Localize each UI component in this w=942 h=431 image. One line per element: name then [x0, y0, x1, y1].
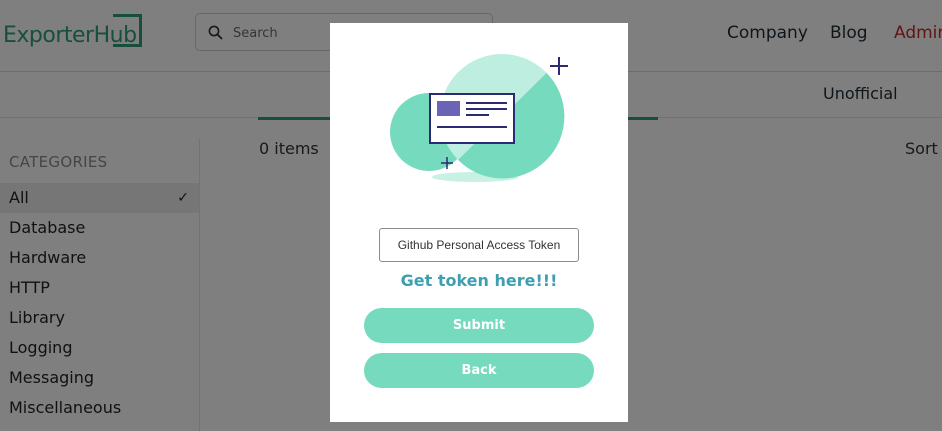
submit-button[interactable]: Submit — [364, 308, 594, 343]
id-card-illustration — [390, 54, 568, 182]
github-token-input[interactable] — [379, 228, 579, 262]
token-modal: Get token here!!! Submit Back — [330, 23, 628, 422]
back-button[interactable]: Back — [364, 353, 594, 388]
get-token-link[interactable]: Get token here!!! — [330, 271, 628, 290]
page: ExporterHub Company Blog Admin Unofficia… — [0, 0, 942, 431]
plus-sparkle-icon — [550, 57, 568, 75]
